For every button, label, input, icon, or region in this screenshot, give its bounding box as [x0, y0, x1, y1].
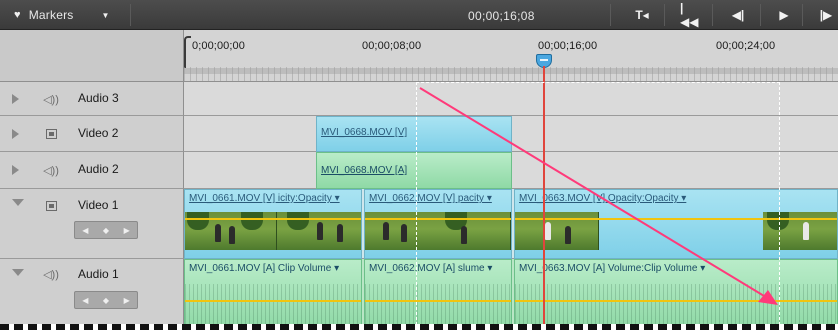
go-to-start-icon[interactable]: |◀◀ [680, 1, 700, 29]
expand-triangle-icon[interactable] [12, 165, 19, 175]
toolbar-divider [130, 4, 131, 26]
track-name: Audio 3 [78, 91, 119, 105]
track-header-video-1: Video 1 ◀ ◆ ▶ [0, 189, 184, 259]
film-icon[interactable] [42, 127, 60, 141]
ruler-header-spacer [0, 30, 184, 82]
track-lane-video-1[interactable]: MVI_0661.MOV [V] icity:Opacity ▾ MVI_066… [184, 189, 838, 259]
opacity-rubberband[interactable] [365, 218, 511, 220]
volume-rubberband[interactable] [185, 300, 361, 302]
playhead-line[interactable] [543, 66, 545, 330]
toolbar-divider [802, 4, 803, 26]
toolbar-divider [610, 4, 611, 26]
clip-video-1-b[interactable]: MVI_0662.MOV [V] pacity ▾ [364, 189, 512, 259]
track-lane-audio-3[interactable] [184, 82, 838, 116]
clip-title: MVI_0662.MOV [V] pacity ▾ [369, 193, 492, 204]
filmstrip-border [0, 324, 838, 330]
clip-title: MVI_0663.MOV [A] Volume:Clip Volume ▾ [519, 263, 706, 274]
volume-rubberband[interactable] [515, 300, 837, 302]
speaker-icon[interactable]: ◁)) [42, 163, 60, 177]
clip-audio-1-a[interactable]: MVI_0661.MOV [A] Clip Volume ▾ [184, 259, 362, 330]
marker-set-icon[interactable]: T◂ [632, 6, 652, 24]
markers-label: Markers [28, 8, 74, 22]
volume-rubberband[interactable] [365, 300, 511, 302]
collapse-triangle-icon[interactable] [12, 199, 24, 206]
add-keyframe-icon[interactable]: ◆ [103, 296, 109, 305]
track-name: Audio 1 [78, 267, 119, 281]
ruler-label: 0;00;00;00 [192, 40, 245, 52]
audio-waveform [185, 284, 361, 326]
add-keyframe-icon[interactable]: ◆ [103, 226, 109, 235]
audio-waveform [515, 284, 837, 326]
ruler-ticks [184, 67, 838, 81]
track-lane-audio-1[interactable]: MVI_0661.MOV [A] Clip Volume ▾ MVI_0662.… [184, 259, 838, 330]
clip-audio-2[interactable]: MVI_0668.MOV [A] [316, 152, 512, 189]
speaker-icon[interactable]: ◁)) [42, 92, 60, 106]
opacity-rubberband[interactable] [185, 218, 361, 220]
toolbar-divider [760, 4, 761, 26]
chevron-down-icon: ▼ [101, 10, 110, 20]
track-header-audio-2: ◁)) Audio 2 [0, 152, 184, 189]
prev-keyframe-icon[interactable]: ◀ [82, 226, 88, 235]
next-keyframe-icon[interactable]: ▶ [124, 226, 130, 235]
track-lane-video-2[interactable]: MVI_0668.MOV [V] [184, 116, 838, 152]
keyframe-navigator[interactable]: ◀ ◆ ▶ [74, 291, 138, 309]
track-header-video-2: Video 2 [0, 116, 184, 152]
clip-title: MVI_0662.MOV [A] slume ▾ [369, 263, 493, 274]
ruler-label: 00;00;24;00 [716, 40, 776, 52]
markers-menu-button[interactable]: ♥ Markers ▼ [14, 6, 110, 24]
clip-audio-1-b[interactable]: MVI_0662.MOV [A] slume ▾ [364, 259, 512, 330]
toolbar-divider [712, 4, 713, 26]
clip-audio-1-c[interactable]: MVI_0663.MOV [A] Volume:Clip Volume ▾ [514, 259, 838, 330]
timeline-panel: ♥ Markers ▼ 00;00;16;08 T◂ |◀◀ ◀| ▶ |▶ 0… [0, 0, 838, 330]
current-timecode[interactable]: 00;00;16;08 [468, 9, 535, 23]
collapse-triangle-icon[interactable] [12, 269, 24, 276]
step-back-icon[interactable]: ◀| [728, 6, 748, 24]
film-icon[interactable] [42, 199, 60, 213]
expand-triangle-icon[interactable] [12, 94, 19, 104]
track-header-audio-1: ◁)) Audio 1 ◀ ◆ ▶ [0, 259, 184, 330]
next-keyframe-icon[interactable]: ▶ [124, 296, 130, 305]
audio-waveform [365, 284, 511, 326]
clip-video-2[interactable]: MVI_0668.MOV [V] [316, 116, 512, 152]
clip-title: MVI_0668.MOV [A] [321, 165, 408, 176]
prev-keyframe-icon[interactable]: ◀ [82, 296, 88, 305]
time-ruler[interactable]: 0;00;00;00 00;00;08;00 00;00;16;00 00;00… [184, 30, 838, 82]
play-icon[interactable]: ▶ [774, 6, 794, 24]
track-lane-audio-2[interactable]: MVI_0668.MOV [A] [184, 152, 838, 189]
ruler-label: 00;00;16;00 [538, 40, 598, 52]
clip-video-1-a[interactable]: MVI_0661.MOV [V] icity:Opacity ▾ [184, 189, 362, 259]
speaker-icon[interactable]: ◁)) [42, 267, 60, 281]
step-forward-icon[interactable]: |▶ [816, 6, 836, 24]
clip-title: MVI_0661.MOV [V] icity:Opacity ▾ [189, 193, 340, 204]
clip-video-1-c[interactable]: MVI_0663.MOV [V] Opacity:Opacity ▾ [514, 189, 838, 259]
toolbar-divider [664, 4, 665, 26]
clip-title: MVI_0668.MOV [V] [321, 127, 408, 138]
timeline-toolbar: ♥ Markers ▼ 00;00;16;08 T◂ |◀◀ ◀| ▶ |▶ [0, 0, 838, 30]
clip-title: MVI_0661.MOV [A] Clip Volume ▾ [189, 263, 340, 274]
opacity-rubberband[interactable] [515, 218, 837, 220]
track-name: Video 1 [78, 198, 119, 212]
track-name: Video 2 [78, 126, 119, 140]
keyframe-navigator[interactable]: ◀ ◆ ▶ [74, 221, 138, 239]
marker-icon: ♥ [14, 9, 21, 21]
track-name: Audio 2 [78, 162, 119, 176]
ruler-label: 00;00;08;00 [362, 40, 422, 52]
track-header-audio-3: ◁)) Audio 3 [0, 82, 184, 116]
expand-triangle-icon[interactable] [12, 129, 19, 139]
